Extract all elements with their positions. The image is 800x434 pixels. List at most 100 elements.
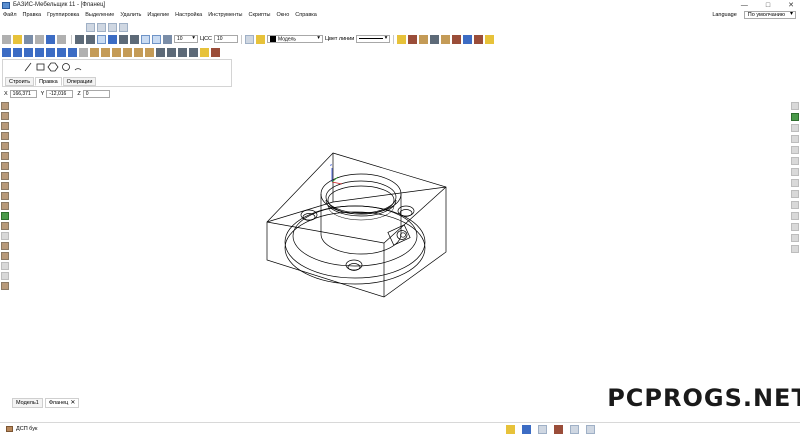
- tab-edit[interactable]: Правка: [35, 77, 62, 86]
- right-tool-3-icon[interactable]: [791, 124, 799, 132]
- snap-points-icon[interactable]: [86, 34, 95, 44]
- panel-icon-1[interactable]: [90, 47, 99, 57]
- right-tool-2-icon[interactable]: [791, 113, 799, 121]
- close-button[interactable]: ✕: [788, 1, 794, 9]
- menu-file[interactable]: Файл: [0, 12, 20, 18]
- cube-iso-icon[interactable]: [57, 47, 66, 57]
- right-tool-1-icon[interactable]: [791, 102, 799, 110]
- material-icon[interactable]: [211, 47, 220, 57]
- new-file-icon[interactable]: [2, 34, 11, 44]
- hardware-icon[interactable]: [1, 252, 9, 260]
- status-snap-icon[interactable]: [506, 425, 515, 434]
- cube-front-icon[interactable]: [2, 47, 11, 57]
- y-field[interactable]: -12,016: [46, 90, 74, 98]
- menu-scripts[interactable]: Скрипты: [246, 12, 274, 18]
- render-mode-icon[interactable]: [152, 34, 161, 44]
- status-view-icon[interactable]: [570, 425, 579, 434]
- right-tool-9-icon[interactable]: [791, 190, 799, 198]
- right-tool-14-icon[interactable]: [791, 245, 799, 253]
- close-tab-icon[interactable]: ✕: [70, 400, 75, 406]
- tool-icon-2[interactable]: [167, 47, 176, 57]
- menu-help[interactable]: Справка: [292, 12, 320, 18]
- box-icon[interactable]: [1, 162, 9, 170]
- menu-product[interactable]: Изделие: [144, 12, 172, 18]
- cloud-icon[interactable]: [463, 34, 473, 44]
- report-icon[interactable]: [474, 34, 484, 44]
- pan-icon[interactable]: [119, 22, 128, 32]
- right-tool-6-icon[interactable]: [791, 157, 799, 165]
- status-ortho-icon[interactable]: [538, 425, 547, 434]
- preset-select[interactable]: По умолчанию: [743, 11, 796, 19]
- line-width-select[interactable]: 10: [174, 35, 198, 43]
- measure-icon[interactable]: [130, 34, 139, 44]
- print-icon[interactable]: [35, 34, 44, 44]
- cube-back-icon[interactable]: [46, 47, 55, 57]
- tab-operations[interactable]: Операции: [62, 77, 97, 86]
- library-icon[interactable]: [1, 272, 9, 280]
- hardware-icon[interactable]: [441, 34, 451, 44]
- layer-select[interactable]: Модель: [267, 35, 324, 43]
- tool-icon-3[interactable]: [178, 47, 187, 57]
- menu-tools[interactable]: Инструменты: [205, 12, 245, 18]
- sum-icon[interactable]: [430, 34, 440, 44]
- menu-edit[interactable]: Правка: [20, 12, 45, 18]
- circle-icon[interactable]: [1, 242, 9, 250]
- bulb-icon[interactable]: [256, 34, 266, 44]
- texture-icon[interactable]: [452, 34, 462, 44]
- profile-icon[interactable]: [1, 152, 9, 160]
- panel-free-icon[interactable]: [1, 132, 9, 140]
- divider-icon[interactable]: [1, 182, 9, 190]
- maximize-button[interactable]: □: [766, 2, 770, 9]
- cut-icon[interactable]: [408, 34, 418, 44]
- zoom-window-icon[interactable]: [86, 22, 95, 32]
- line-tool-icon[interactable]: [119, 34, 128, 44]
- panel-icon-5[interactable]: [134, 47, 143, 57]
- right-tool-4-icon[interactable]: [791, 135, 799, 143]
- cube-left-icon[interactable]: [24, 47, 33, 57]
- right-tool-11-icon[interactable]: [791, 212, 799, 220]
- layers-icon[interactable]: [245, 34, 255, 44]
- shelf-icon[interactable]: [1, 172, 9, 180]
- redo-icon[interactable]: [57, 34, 66, 44]
- save-icon[interactable]: [24, 34, 33, 44]
- menu-window[interactable]: Окно: [273, 12, 292, 18]
- right-tool-7-icon[interactable]: [791, 168, 799, 176]
- doc-tab-flange[interactable]: Фланец ✕: [44, 398, 80, 408]
- undo-icon[interactable]: [46, 34, 55, 44]
- language-menu[interactable]: Language: [709, 12, 739, 18]
- x-field[interactable]: 166,371: [9, 90, 37, 98]
- tool-icon-4[interactable]: [189, 47, 198, 57]
- tab-build[interactable]: Строить: [5, 77, 35, 86]
- right-tool-5-icon[interactable]: [791, 146, 799, 154]
- doc-tab-model[interactable]: Модель1: [12, 398, 43, 408]
- cube-right-icon[interactable]: [35, 47, 44, 57]
- palette-icon[interactable]: [163, 34, 172, 44]
- status-layer-icon[interactable]: [554, 425, 563, 434]
- menu-settings[interactable]: Настройка: [172, 12, 205, 18]
- door-icon[interactable]: [1, 202, 9, 210]
- cube-bottom-icon[interactable]: [68, 47, 77, 57]
- magnet-icon[interactable]: [108, 34, 117, 44]
- cube-top-icon[interactable]: [13, 47, 22, 57]
- view-mode-icon[interactable]: [141, 34, 150, 44]
- status-grid-icon[interactable]: [522, 425, 531, 434]
- tool-icon-1[interactable]: [156, 47, 165, 57]
- panel-vertical-icon[interactable]: [1, 112, 9, 120]
- furniture-icon[interactable]: [419, 34, 429, 44]
- panel-horizontal-icon[interactable]: [1, 102, 9, 110]
- panel-bent-icon[interactable]: [1, 142, 9, 150]
- menu-select[interactable]: Выделение: [82, 12, 117, 18]
- cursor-icon[interactable]: [97, 34, 106, 44]
- rotate-view-icon[interactable]: [79, 47, 88, 57]
- ucs-field[interactable]: 10: [214, 35, 239, 43]
- panel-icon[interactable]: [397, 34, 407, 44]
- texture-icon[interactable]: [1, 262, 9, 270]
- handle-icon[interactable]: [1, 222, 9, 230]
- group-icon[interactable]: [1, 232, 9, 240]
- right-tool-8-icon[interactable]: [791, 179, 799, 187]
- minimize-button[interactable]: —: [741, 2, 748, 9]
- panel-icon-4[interactable]: [123, 47, 132, 57]
- panel-icon-6[interactable]: [145, 47, 154, 57]
- panel-icon-2[interactable]: [101, 47, 110, 57]
- export-icon[interactable]: [485, 34, 495, 44]
